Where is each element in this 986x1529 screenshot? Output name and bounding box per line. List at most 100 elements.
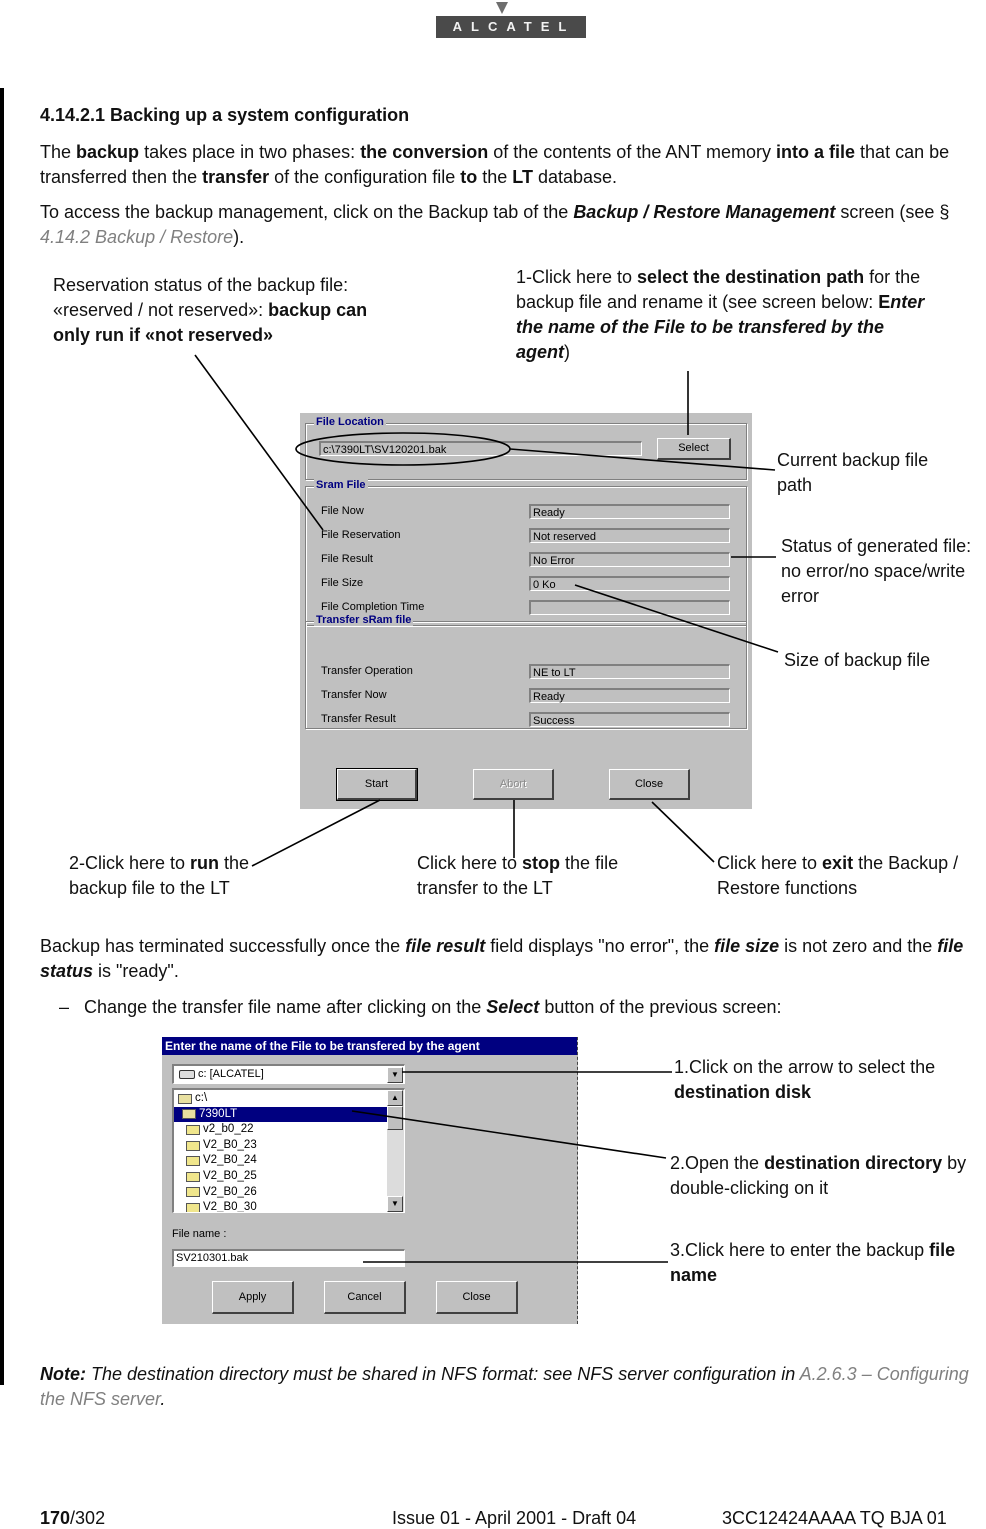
note: Note: The destination directory must be … [40,1362,985,1412]
cancel-button[interactable]: Cancel [324,1281,406,1314]
transfer-result-label: Transfer Result [321,713,396,725]
text: select the destination path [637,267,865,287]
page-number: 170/302 [40,1508,105,1529]
annotation-current-path: Current backup file path [777,450,929,495]
success-paragraph: Backup has terminated successfully once … [40,934,985,984]
text: is "ready". [93,961,179,981]
text: E [878,292,891,312]
file-result-value: No Error [529,552,730,567]
text: destination disk [674,1082,812,1102]
text: 3.Click here to enter the backup [670,1240,930,1260]
annotation-reservation: Reservation status of the backup file: «… [53,273,403,348]
annotation-stop: Click here to stop the file transfer to … [417,851,637,901]
file-name-label: File name : [172,1228,227,1240]
annotation-run: 2-Click here to run the backup file to t… [69,851,299,901]
text: Backup / Restore Management [573,202,836,222]
folder-list-item[interactable]: V2_B0_23 [174,1138,388,1154]
logo-triangle-icon [496,2,508,14]
close-button[interactable]: Close [609,769,690,800]
folder-icon [186,1140,200,1151]
folder-list-item[interactable]: c:\ [174,1091,388,1107]
folder-name: V2_B0_24 [203,1154,257,1167]
text: transfer [202,167,270,187]
text: into a file [776,142,856,162]
folder-icon [186,1124,200,1135]
file-completion-time-label: File Completion Time [321,601,425,613]
text: destination directory [764,1153,943,1173]
group-title: File Location [314,416,386,428]
file-path-field[interactable]: c:\7390LT\SV120201.bak [319,441,642,456]
note-label: Note: [40,1364,86,1384]
folder-name: 7390LT [199,1107,238,1120]
text: Backup has terminated successfully once … [40,936,406,956]
folder-icon [186,1187,200,1198]
text: Change the transfer file name after clic… [84,997,487,1017]
folder-list-item[interactable]: 7390LT [174,1106,388,1123]
text: 2.Open the [670,1153,765,1173]
change-bar [0,88,4,1385]
section-reference-link[interactable]: 4.14.2 Backup / Restore [40,227,233,247]
folder-list-item[interactable]: V2_B0_24 [174,1153,388,1169]
text: To access the backup management, click o… [40,202,574,222]
text: . [160,1389,166,1409]
scroll-thumb[interactable] [387,1106,403,1130]
transfer-now-label: Transfer Now [321,689,387,701]
close-button[interactable]: Close [436,1281,518,1314]
drive-combobox[interactable]: c: [ALCATEL] ▼ [172,1064,405,1084]
folder-icon [186,1156,200,1167]
text: file result [405,936,486,956]
transfer-result-value: Success [529,712,730,727]
scroll-up-icon[interactable]: ▲ [387,1090,403,1106]
dialog-title: Enter the name of the File to be transfe… [162,1037,577,1055]
text: The destination directory must be shared… [86,1364,800,1384]
apply-button[interactable]: Apply [212,1281,294,1314]
open-folder-icon [178,1093,192,1104]
folder-name: c:\ [195,1092,208,1104]
annotation-exit: Click here to exit the Backup / Restore … [717,851,977,901]
folder-list-item[interactable]: V2_B0_26 [174,1185,388,1201]
text: the conversion [360,142,489,162]
abort-button[interactable]: Abort [473,769,554,800]
folder-list-item[interactable]: V2_B0_30 [174,1200,388,1213]
annotation-size: Size of backup file [784,650,931,670]
text: screen (see § [835,202,950,222]
backup-dialog: File Location c:\7390LT\SV120201.bak Sel… [300,413,752,809]
folder-list-item[interactable]: v2_b0_22 [174,1122,388,1138]
file-name-dialog: Enter the name of the File to be transfe… [162,1037,578,1324]
text: exit [822,853,854,873]
scroll-down-icon[interactable]: ▼ [387,1196,403,1212]
text: 1-Click here to [516,267,638,287]
text: takes place in two phases: [139,142,361,162]
folder-name: v2_b0_22 [203,1123,254,1136]
annotation-disk: 1.Click on the arrow to select the desti… [674,1055,964,1105]
select-button[interactable]: Select [657,438,731,460]
scrollbar[interactable]: ▲ ▼ [387,1090,404,1212]
text: to [460,167,478,187]
folder-listbox[interactable]: c:\ 7390LT v2_b0_22 V2_B0_23 V2_B0_24 V2_B0_2… [172,1088,405,1213]
start-button[interactable]: Start [336,768,418,801]
text: field displays "no error", the [485,936,715,956]
bullet-item: – Change the transfer file name after cl… [59,995,959,1020]
text: 170 [40,1508,71,1528]
file-reservation-value: Not reserved [529,528,730,543]
open-folder-icon [182,1109,196,1120]
text: the [477,167,513,187]
drive-icon [179,1070,195,1079]
group-title: Sram File [314,479,368,491]
folder-list-item[interactable]: V2_B0_25 [174,1169,388,1185]
text: database. [532,167,618,187]
text: 1.Click on the arrow to select the [674,1057,936,1077]
annotation-file-name: 3.Click here to enter the backup file na… [670,1238,970,1288]
file-name-input[interactable]: SV210301.bak [172,1249,405,1267]
folder-icon [186,1202,200,1212]
text: The [40,142,77,162]
folder-icon [186,1171,200,1182]
folder-name: V2_B0_30 [203,1201,257,1213]
text: run [190,853,220,873]
issue-info: Issue 01 - April 2001 - Draft 04 [392,1508,637,1528]
dropdown-arrow-icon[interactable]: ▼ [387,1067,403,1083]
file-completion-time-value [529,600,730,615]
document-reference: 3CC12424AAAA TQ BJA 01 [722,1508,947,1528]
annotation-directory: 2.Open the destination directory by doub… [670,1151,980,1201]
folder-name: V2_B0_25 [203,1169,257,1182]
